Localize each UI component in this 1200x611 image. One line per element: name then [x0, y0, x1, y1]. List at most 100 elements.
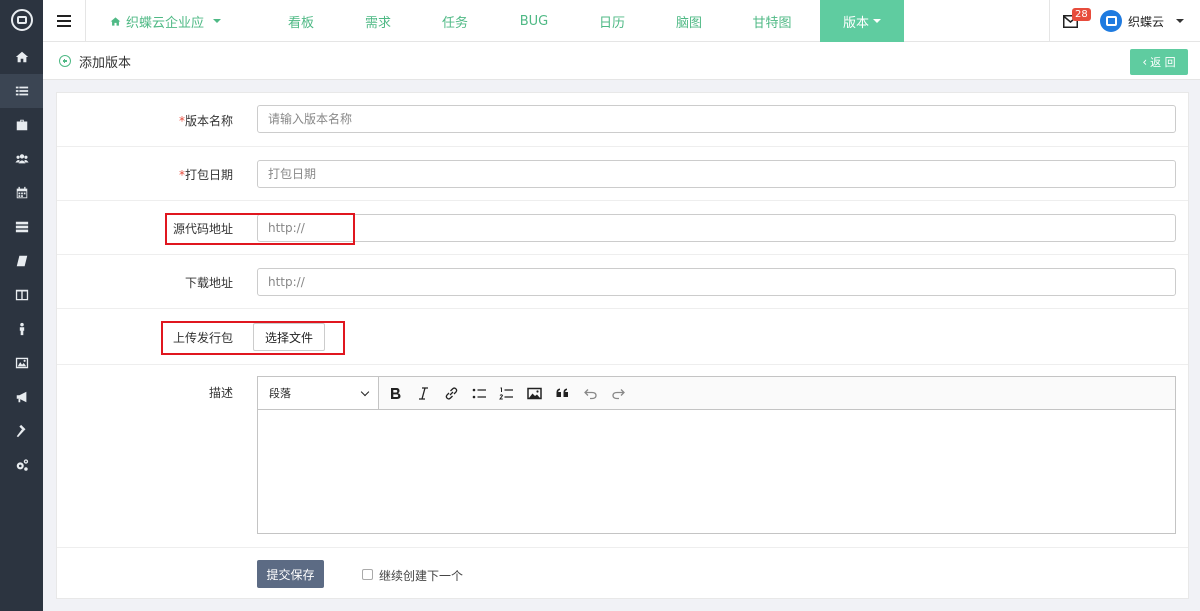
- form-row-download-url: 下载地址: [57, 255, 1188, 309]
- tab-requirements[interactable]: 需求: [337, 0, 419, 42]
- cogs-icon: [16, 459, 28, 471]
- version-name-label: *版本名称: [179, 112, 233, 129]
- message-count-badge: 28: [1072, 8, 1091, 21]
- continue-create-checkbox[interactable]: [362, 569, 373, 580]
- link-icon: [445, 386, 457, 400]
- source-url-input[interactable]: [257, 214, 1176, 242]
- tab-version[interactable]: 版本: [820, 0, 904, 42]
- user-menu[interactable]: 织蝶云: [1100, 0, 1185, 42]
- chevron-down-icon: [360, 387, 370, 396]
- italic-button[interactable]: [413, 384, 433, 402]
- project-name: 织蝶云企业应: [126, 15, 205, 31]
- editor-toolbar: 段落: [258, 377, 1175, 410]
- tab-kanban[interactable]: 看板: [260, 0, 342, 42]
- sidebar-settings[interactable]: [0, 448, 43, 482]
- home-icon: [110, 16, 121, 26]
- plus-circle-icon: [59, 55, 71, 67]
- tab-mindmap[interactable]: 脑图: [648, 0, 730, 42]
- version-name-label-text: 版本名称: [184, 114, 233, 128]
- caret-down-icon: [213, 19, 222, 23]
- sidebar-columns[interactable]: [0, 278, 43, 312]
- build-date-label-text: 打包日期: [184, 168, 233, 182]
- submit-save-button[interactable]: 提交保存: [257, 560, 324, 588]
- paragraph-format-value: 段落: [269, 387, 291, 400]
- quote-icon: [556, 388, 568, 397]
- tab-tasks[interactable]: 任务: [414, 0, 496, 42]
- undo-button[interactable]: [580, 384, 600, 402]
- build-date-label: *打包日期: [179, 166, 233, 183]
- calendar-icon: [16, 186, 27, 199]
- link-button[interactable]: [441, 384, 461, 402]
- sidebar-list[interactable]: [0, 74, 43, 108]
- download-url-input[interactable]: [257, 268, 1176, 296]
- top-nav: 织蝶云企业应 看板 需求 任务 BUG 日历 脑图 甘特图 版本 28 织蝶云: [43, 0, 1200, 42]
- back-button[interactable]: ‹ 返 回: [1130, 49, 1188, 75]
- numbered-list-icon: [498, 387, 513, 399]
- blockquote-button[interactable]: [552, 384, 572, 402]
- image-icon: [526, 387, 542, 399]
- redo-icon: [611, 388, 625, 399]
- hamburger-icon: [57, 20, 71, 22]
- caret-down-icon: [1176, 19, 1185, 23]
- sidebar: [0, 0, 43, 611]
- sidebar-server[interactable]: [0, 210, 43, 244]
- form-row-version-name: *版本名称: [57, 93, 1188, 147]
- description-label: 描述: [208, 386, 233, 400]
- chevron-left-icon: ‹: [1142, 55, 1148, 69]
- sidebar-calendar[interactable]: [0, 176, 43, 210]
- insert-image-button[interactable]: [524, 384, 544, 402]
- page-header: 添加版本 ‹ 返 回: [43, 42, 1200, 80]
- sidebar-briefcase[interactable]: [0, 108, 43, 142]
- download-url-label: 下载地址: [184, 276, 233, 290]
- bulleted-list-icon: [472, 388, 486, 398]
- sidebar-users[interactable]: [0, 142, 43, 176]
- sidebar-person[interactable]: [0, 312, 43, 346]
- tab-calendar[interactable]: 日历: [571, 0, 653, 42]
- highlight-box-source-url: [165, 213, 355, 245]
- tab-bug[interactable]: BUG: [493, 0, 575, 42]
- sidebar-image[interactable]: [0, 346, 43, 380]
- back-button-label: 返 回: [1150, 56, 1176, 69]
- sidebar-announce[interactable]: [0, 380, 43, 414]
- redo-button[interactable]: [608, 384, 628, 402]
- gavel-icon: [16, 424, 25, 438]
- book-icon: [16, 255, 27, 267]
- continue-create-label: 继续创建下一个: [379, 569, 464, 583]
- bold-button[interactable]: [385, 384, 405, 402]
- user-name: 织蝶云: [1128, 14, 1165, 29]
- highlight-box-upload: [161, 321, 345, 355]
- sidebar-book[interactable]: [0, 244, 43, 278]
- menu-toggle-button[interactable]: [43, 0, 86, 42]
- person-icon: [19, 322, 24, 336]
- briefcase-icon: [16, 119, 27, 131]
- rich-text-editor: 段落: [257, 376, 1176, 534]
- project-dropdown[interactable]: 织蝶云企业应: [110, 0, 222, 42]
- bold-icon: [390, 387, 400, 399]
- app-logo[interactable]: [0, 0, 43, 40]
- home-icon: [15, 51, 28, 63]
- megaphone-icon: [16, 391, 26, 403]
- server-icon: [15, 221, 28, 233]
- undo-icon: [583, 388, 597, 399]
- version-name-input[interactable]: [257, 105, 1176, 133]
- numbered-list-button[interactable]: [496, 384, 516, 402]
- form-row-build-date: *打包日期: [57, 147, 1188, 201]
- tab-gantt[interactable]: 甘特图: [731, 0, 813, 42]
- avatar: [1100, 10, 1122, 32]
- image-icon: [15, 357, 28, 369]
- sidebar-tools[interactable]: [0, 414, 43, 448]
- paragraph-format-select[interactable]: 段落: [258, 377, 379, 409]
- users-icon: [14, 154, 29, 164]
- sidebar-home[interactable]: [0, 40, 43, 74]
- page-title: 添加版本: [79, 55, 132, 71]
- build-date-input[interactable]: [257, 160, 1176, 188]
- columns-icon: [15, 289, 28, 301]
- messages-button[interactable]: 28: [1049, 0, 1091, 42]
- tab-version-label: 版本: [842, 15, 869, 31]
- editor-content-area[interactable]: [258, 410, 1175, 534]
- list-icon: [15, 86, 28, 96]
- italic-icon: [418, 386, 428, 400]
- bulleted-list-button[interactable]: [469, 384, 489, 402]
- caret-down-icon: [873, 19, 881, 23]
- page-title-wrap: 添加版本: [59, 42, 131, 80]
